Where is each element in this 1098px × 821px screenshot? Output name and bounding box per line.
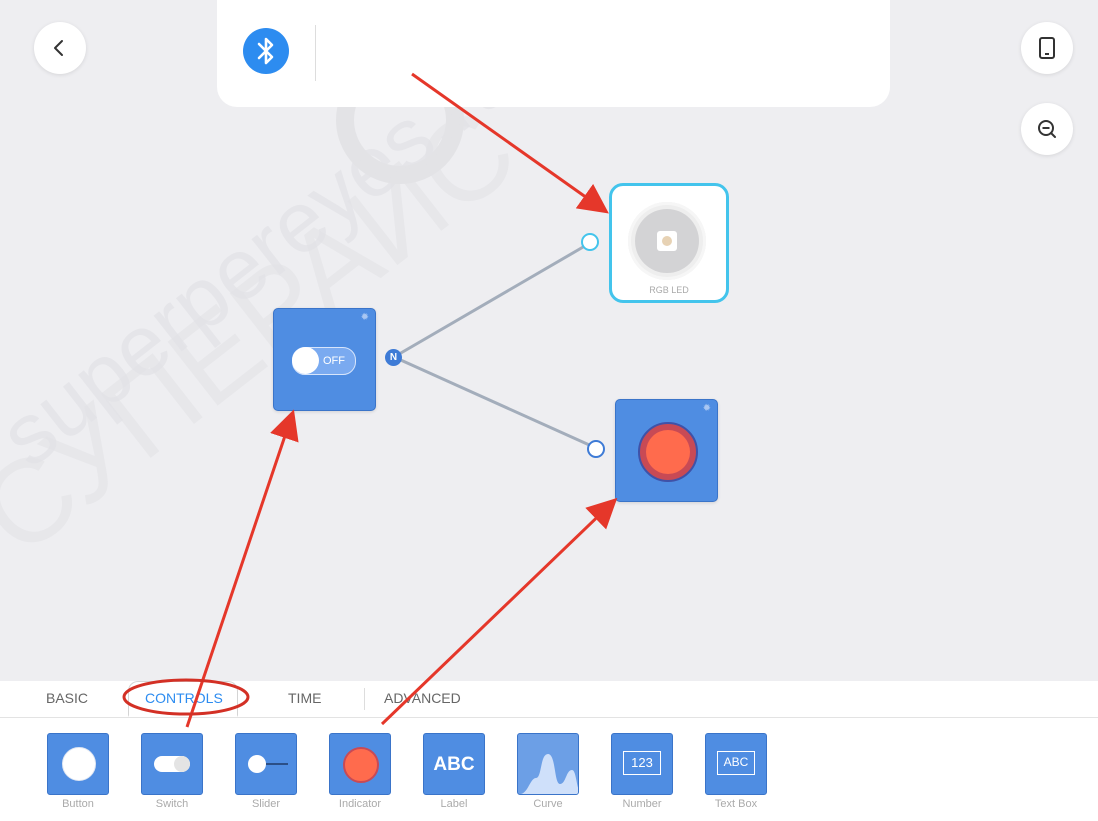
tab-separator <box>364 688 365 710</box>
switch-widget[interactable]: ✹ OFF <box>273 308 376 411</box>
button-icon <box>62 747 96 781</box>
label-icon: ABC <box>433 754 475 775</box>
indicator-icon <box>343 747 379 783</box>
chevron-left-icon <box>54 40 63 56</box>
slider-icon <box>248 755 266 773</box>
tab-advanced[interactable]: ADVANCED <box>384 690 461 706</box>
switch-toggle[interactable]: OFF <box>292 347 356 375</box>
settings-gear-icon[interactable]: ✹ <box>703 404 711 414</box>
tab-basic[interactable]: BASIC <box>46 690 88 706</box>
rgb-led-node[interactable]: RGB LED <box>609 183 729 303</box>
switch-knob <box>292 347 319 374</box>
wire-to-indicator <box>393 355 597 450</box>
curve-icon <box>520 754 578 794</box>
tab-controls[interactable]: CONTROLS <box>145 690 223 706</box>
rgb-led-label: RGB LED <box>649 285 689 295</box>
watermark-text-2: СУПЕРАИС <box>0 83 540 581</box>
zoom-out-icon <box>1038 120 1056 138</box>
number-icon: 123 <box>623 751 661 775</box>
wire-to-rgb <box>393 241 591 359</box>
tablet-icon <box>1039 37 1055 59</box>
switch-output-port[interactable]: N <box>385 349 402 366</box>
settings-gear-icon[interactable]: ✹ <box>361 313 369 323</box>
indicator-light <box>638 422 698 482</box>
switch-icon <box>154 756 190 772</box>
tab-time[interactable]: TIME <box>288 690 321 706</box>
palette-tabs: BASIC CONTROLS TIME ADVANCED <box>0 681 1098 718</box>
bluetooth-icon <box>257 37 274 65</box>
text-box-icon: ABC <box>717 751 755 775</box>
back-button[interactable] <box>34 22 86 74</box>
palette-item-label: Label <box>440 798 468 810</box>
rgb-led-input-port[interactable] <box>581 233 599 251</box>
palette-item-label: Switch <box>155 798 189 810</box>
device-preview-button[interactable] <box>1021 22 1073 74</box>
palette-item-label: Text Box <box>714 798 758 810</box>
widget-palette: BASIC CONTROLS TIME ADVANCED Button Swit… <box>0 681 1098 821</box>
palette-item-label: Slider <box>251 798 281 810</box>
rgb-led-icon <box>628 202 706 280</box>
bluetooth-button[interactable] <box>243 28 289 74</box>
device-connection-bar <box>217 0 890 107</box>
palette-item-label: Indicator <box>338 798 382 810</box>
divider <box>315 25 316 81</box>
indicator-input-port[interactable] <box>587 440 605 458</box>
rgb-led-color <box>662 236 672 246</box>
switch-state-label: OFF <box>323 355 345 367</box>
palette-item-label: Curve <box>533 798 563 810</box>
indicator-widget[interactable]: ✹ <box>615 399 718 502</box>
zoom-out-button[interactable] <box>1021 103 1073 155</box>
palette-item-label: Button <box>62 798 94 810</box>
palette-item-label: Number <box>622 798 662 810</box>
